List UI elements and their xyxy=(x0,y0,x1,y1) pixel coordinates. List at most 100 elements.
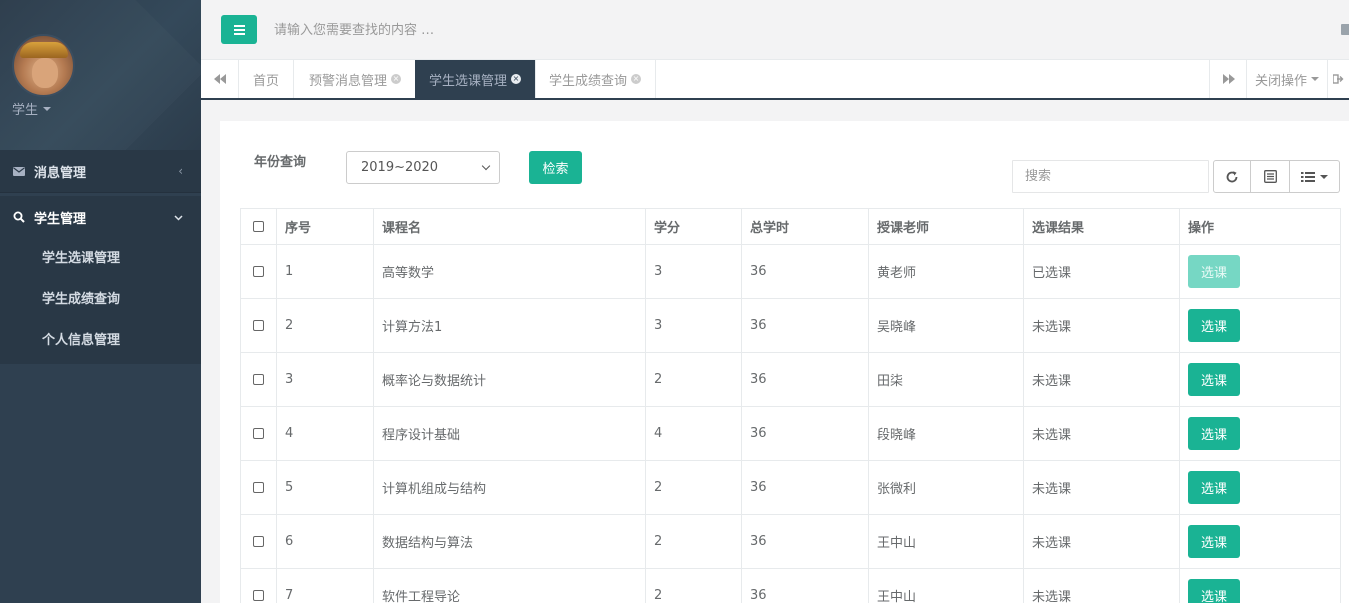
row-select-cell xyxy=(240,244,277,299)
cell-teacher: 吴晓峰 xyxy=(868,298,1024,353)
chevron-down-icon xyxy=(481,161,491,170)
cell-action: 选课 xyxy=(1179,460,1341,515)
header-credit: 学分 xyxy=(645,208,742,245)
tabs-scroll-right-button[interactable] xyxy=(1209,60,1247,98)
close-operations-dropdown[interactable]: 关闭操作 xyxy=(1245,60,1327,98)
avatar-face xyxy=(32,58,58,88)
tabs-scroll-left-button[interactable] xyxy=(201,60,239,98)
content-panel: 年份查询 2019~2020 检索 序号 课程名 学分 总学时 授课老师 选课结… xyxy=(220,121,1349,603)
sign-out-icon xyxy=(1333,74,1344,84)
hamburger-icon xyxy=(233,24,245,27)
cell-no: 6 xyxy=(276,514,374,569)
close-icon[interactable]: × xyxy=(631,74,642,84)
table-body: 1 高等数学 3 36 黄老师 已选课 选课 2 计算方法1 3 36 吴晓峰 未选课 选课 3 概率论与数据… xyxy=(240,244,1341,603)
cell-action: 选课 xyxy=(1179,568,1341,603)
cell-course: 高等数学 xyxy=(373,244,646,299)
cell-teacher: 段晓峰 xyxy=(868,406,1024,461)
row-checkbox[interactable] xyxy=(253,482,264,493)
sidebar-item-course-selection[interactable]: 学生选课管理 xyxy=(42,247,120,266)
caret-down-icon xyxy=(1311,77,1319,81)
row-select-cell xyxy=(240,460,277,515)
toggle-view-button[interactable] xyxy=(1251,160,1290,193)
row-checkbox[interactable] xyxy=(253,374,264,385)
header-result: 选课结果 xyxy=(1023,208,1180,245)
sidebar-item-personal-info[interactable]: 个人信息管理 xyxy=(42,329,120,348)
cell-action: 选课 xyxy=(1179,514,1341,569)
year-select[interactable]: 2019~2020 xyxy=(346,151,500,184)
menu-student-management[interactable]: 学生管理 xyxy=(0,196,201,238)
select-course-button[interactable]: 选课 xyxy=(1188,417,1240,450)
cell-credit: 3 xyxy=(645,244,742,299)
cell-course: 计算机组成与结构 xyxy=(373,460,646,515)
avatar[interactable] xyxy=(12,34,75,97)
tab-course-selection[interactable]: 学生选课管理 × xyxy=(415,60,537,98)
select-all-cell xyxy=(240,208,277,245)
cell-teacher: 张微利 xyxy=(868,460,1024,515)
refresh-button[interactable] xyxy=(1213,160,1251,193)
sidebar: 学生 消息管理 ‹ 学生管理 学生选课管理 学生成绩查询 个人信息管理 xyxy=(0,0,201,603)
profile-panel: 学生 xyxy=(0,0,201,150)
table-row: 6 数据结构与算法 2 36 王中山 未选课 选课 xyxy=(240,514,1341,569)
cell-teacher: 王中山 xyxy=(868,514,1024,569)
list-alt-icon xyxy=(1263,170,1277,183)
logout-button[interactable] xyxy=(1327,60,1349,98)
cell-teacher: 黄老师 xyxy=(868,244,1024,299)
cell-credit: 2 xyxy=(645,352,742,407)
table-row: 7 软件工程导论 2 36 王中山 未选课 选课 xyxy=(240,568,1341,603)
menu-message-management[interactable]: 消息管理 ‹ xyxy=(0,150,201,193)
row-checkbox[interactable] xyxy=(253,428,264,439)
forward-icon xyxy=(1222,74,1235,84)
cell-course: 计算方法1 xyxy=(373,298,646,353)
list-icon xyxy=(1301,171,1315,182)
close-icon[interactable]: × xyxy=(511,74,522,84)
cell-result: 未选课 xyxy=(1023,514,1180,569)
header-no: 序号 xyxy=(276,208,374,245)
tabs-bar: 首页 预警消息管理 × 学生选课管理 × 学生成绩查询 × 关闭操作 xyxy=(201,60,1349,100)
cell-result: 未选课 xyxy=(1023,568,1180,603)
table-header-row: 序号 课程名 学分 总学时 授课老师 选课结果 操作 xyxy=(240,208,1341,245)
row-checkbox[interactable] xyxy=(253,266,264,277)
row-select-cell xyxy=(240,568,277,603)
cell-credit: 4 xyxy=(645,406,742,461)
row-select-cell xyxy=(240,406,277,461)
hamburger-icon-line xyxy=(233,28,245,31)
columns-dropdown-button[interactable] xyxy=(1290,160,1340,193)
select-course-button[interactable]: 选课 xyxy=(1188,579,1240,603)
close-icon[interactable]: × xyxy=(391,74,402,84)
menu-toggle-button[interactable] xyxy=(221,15,257,44)
select-course-button[interactable]: 选课 xyxy=(1188,471,1240,504)
cell-teacher: 田柒 xyxy=(868,352,1024,407)
row-checkbox[interactable] xyxy=(253,536,264,547)
header-hours: 总学时 xyxy=(741,208,869,245)
row-select-cell xyxy=(240,352,277,407)
refresh-icon xyxy=(1226,170,1238,182)
tab-warning-messages[interactable]: 预警消息管理 × xyxy=(295,60,417,98)
cell-hours: 36 xyxy=(741,514,869,569)
select-all-checkbox[interactable] xyxy=(253,221,264,232)
cell-hours: 36 xyxy=(741,568,869,603)
row-checkbox[interactable] xyxy=(253,590,264,601)
row-checkbox[interactable] xyxy=(253,320,264,331)
select-course-button[interactable]: 选课 xyxy=(1188,363,1240,396)
cell-course: 数据结构与算法 xyxy=(373,514,646,569)
top-bar xyxy=(201,0,1349,60)
envelope-icon[interactable] xyxy=(1341,24,1349,35)
cell-no: 2 xyxy=(276,298,374,353)
menu-message-label: 消息管理 xyxy=(34,165,87,181)
select-course-button[interactable]: 选课 xyxy=(1188,525,1240,558)
tab-home[interactable]: 首页 xyxy=(239,60,295,98)
table-search-input[interactable] xyxy=(1012,160,1209,193)
close-operations-label: 关闭操作 xyxy=(1254,73,1307,89)
select-course-button[interactable]: 选课 xyxy=(1188,255,1240,288)
cell-credit: 2 xyxy=(645,460,742,515)
search-button[interactable]: 检索 xyxy=(529,151,582,184)
hamburger-icon-line xyxy=(233,32,245,35)
tab-label: 预警消息管理 xyxy=(309,73,388,89)
global-search-input[interactable] xyxy=(266,18,866,42)
sidebar-item-grade-query[interactable]: 学生成绩查询 xyxy=(42,288,120,307)
user-role-dropdown[interactable]: 学生 xyxy=(12,99,52,118)
cell-action: 选课 xyxy=(1179,352,1341,407)
tab-grade-query[interactable]: 学生成绩查询 × xyxy=(535,60,657,98)
caret-down-icon xyxy=(43,106,52,111)
select-course-button[interactable]: 选课 xyxy=(1188,309,1240,342)
